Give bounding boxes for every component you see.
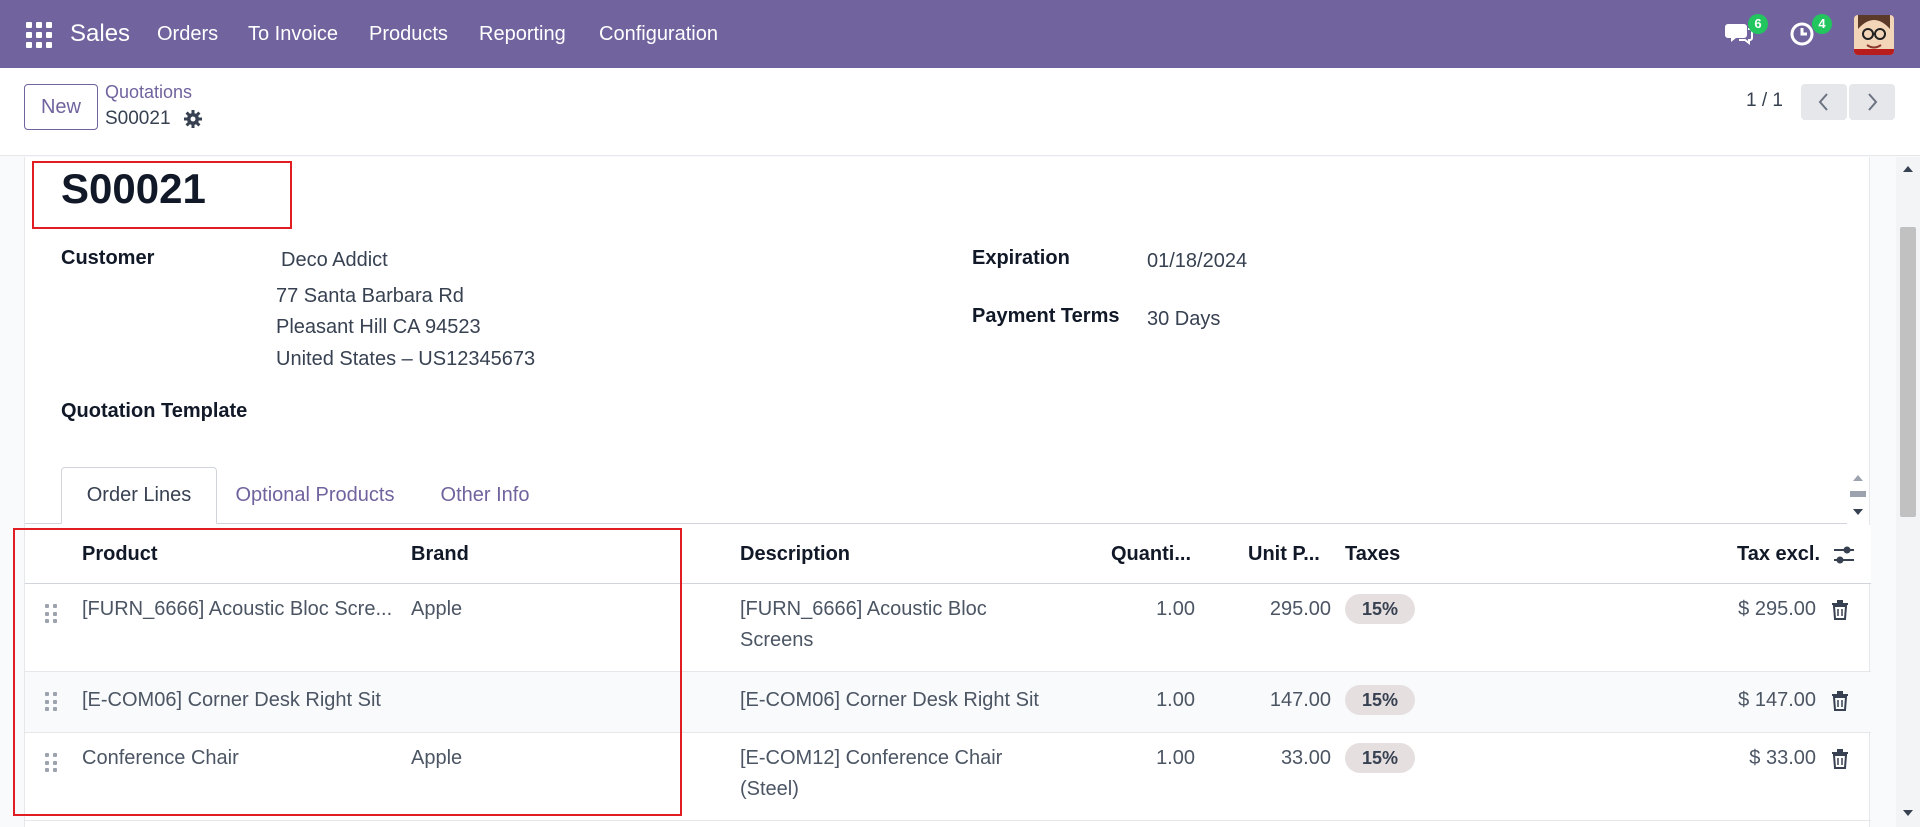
tab-order-lines[interactable]: Order Lines: [61, 467, 217, 524]
menu-reporting[interactable]: Reporting: [479, 23, 566, 46]
row-subtotal: $ 33.00: [1749, 747, 1816, 769]
row-tax-badge[interactable]: 15%: [1345, 685, 1415, 715]
column-description[interactable]: Description: [740, 543, 850, 566]
breadcrumb-current-label: S00021: [105, 108, 171, 129]
column-unit-price[interactable]: Unit P...: [1248, 543, 1320, 566]
row-brand[interactable]: Apple: [411, 743, 462, 774]
row-subtotal: $ 147.00: [1738, 689, 1816, 711]
trash-icon[interactable]: [1831, 691, 1849, 711]
notebook-tabs: Order Lines Optional Products Other Info: [25, 467, 1847, 524]
order-lines-header: Product Brand Description Quanti... Unit…: [25, 525, 1871, 584]
menu-orders[interactable]: Orders: [157, 23, 218, 46]
expiration-label: Expiration: [972, 247, 1070, 269]
user-avatar[interactable]: [1854, 15, 1894, 55]
drag-handle-icon[interactable]: [45, 604, 59, 624]
row-description-line-1[interactable]: [FURN_6666] Acoustic Bloc: [740, 594, 987, 625]
table-row[interactable]: Conference Chair Apple [E-COM12] Confere…: [25, 733, 1871, 821]
row-tax-badge[interactable]: 15%: [1345, 743, 1415, 773]
row-unit-price[interactable]: 295.00: [1225, 594, 1331, 625]
column-tax-excl[interactable]: Tax excl.: [1737, 543, 1820, 566]
row-quantity[interactable]: 1.00: [1105, 594, 1195, 625]
app-brand[interactable]: Sales: [70, 20, 130, 48]
row-quantity[interactable]: 1.00: [1105, 685, 1195, 716]
payment-terms-field[interactable]: 30 Days: [1147, 308, 1220, 331]
row-unit-price[interactable]: 147.00: [1225, 685, 1331, 716]
address-line-3: United States – US12345673: [276, 348, 536, 370]
row-unit-price[interactable]: 33.00: [1225, 743, 1331, 774]
chat-button[interactable]: 6: [1724, 14, 1768, 50]
chat-count-badge: 6: [1748, 14, 1768, 34]
drag-handle-icon[interactable]: [45, 692, 59, 712]
control-panel: New Quotations S00021 1 / 1: [0, 68, 1920, 156]
column-quantity[interactable]: Quanti...: [1111, 543, 1191, 566]
quotation-template-label: Quotation Template: [61, 400, 248, 422]
tabs-scroll-arrows[interactable]: [1847, 467, 1869, 523]
row-subtotal: $ 295.00: [1738, 598, 1816, 620]
payment-terms-label: Payment Terms: [972, 305, 1120, 327]
row-product[interactable]: Conference Chair: [82, 743, 239, 774]
pager-previous-button[interactable]: [1801, 84, 1847, 120]
chevron-right-icon: [1868, 93, 1878, 111]
column-settings-icon[interactable]: [1833, 545, 1855, 565]
page-scrollbar[interactable]: [1896, 157, 1920, 827]
expiration-field[interactable]: 01/18/2024: [1147, 250, 1247, 273]
row-product[interactable]: [E-COM06] Corner Desk Right Sit: [82, 685, 381, 716]
column-brand[interactable]: Brand: [411, 543, 469, 566]
row-quantity[interactable]: 1.00: [1105, 743, 1195, 774]
menu-products[interactable]: Products: [369, 23, 448, 46]
row-description-line-1[interactable]: [E-COM12] Conference Chair: [740, 743, 1002, 774]
apps-grid-icon[interactable]: [26, 22, 52, 48]
activity-count-badge: 4: [1812, 14, 1832, 34]
trash-icon[interactable]: [1831, 600, 1849, 620]
column-product[interactable]: Product: [82, 543, 158, 566]
scroll-up-icon[interactable]: [1902, 165, 1914, 173]
gear-icon[interactable]: [183, 109, 203, 129]
tab-optional-products[interactable]: Optional Products: [217, 467, 413, 524]
breadcrumb-current: S00021: [105, 108, 203, 130]
row-product[interactable]: [FURN_6666] Acoustic Bloc Scre...: [82, 594, 392, 625]
row-tax-badge[interactable]: 15%: [1345, 594, 1415, 624]
chevron-left-icon: [1818, 93, 1828, 111]
new-button[interactable]: New: [24, 84, 98, 130]
trash-icon[interactable]: [1831, 749, 1849, 769]
drag-handle-icon[interactable]: [45, 753, 59, 773]
row-description-line-1[interactable]: [E-COM06] Corner Desk Right Sit: [740, 685, 1039, 716]
customer-label: Customer: [61, 247, 155, 269]
address-line-2: Pleasant Hill CA 94523: [276, 316, 481, 338]
menu-to-invoice[interactable]: To Invoice: [248, 23, 338, 46]
scroll-thumb[interactable]: [1900, 227, 1916, 517]
row-description-line-2[interactable]: (Steel): [740, 774, 799, 805]
table-row[interactable]: [E-COM06] Corner Desk Right Sit [E-COM06…: [25, 672, 1871, 733]
table-row[interactable]: [FURN_6666] Acoustic Bloc Scre... Apple …: [25, 584, 1871, 672]
scroll-down-icon[interactable]: [1902, 809, 1914, 817]
form-sheet: S00021 Customer Deco Addict 77 Santa Bar…: [24, 157, 1871, 827]
column-taxes[interactable]: Taxes: [1345, 543, 1400, 566]
row-description-line-2[interactable]: Screens: [740, 625, 813, 656]
pager-next-button[interactable]: [1849, 84, 1895, 120]
quotation-number[interactable]: S00021: [61, 165, 206, 213]
address-line-1: 77 Santa Barbara Rd: [276, 285, 464, 307]
row-brand[interactable]: Apple: [411, 594, 462, 625]
breadcrumb-quotations[interactable]: Quotations: [105, 82, 192, 103]
activity-button[interactable]: 4: [1788, 14, 1832, 50]
customer-field[interactable]: Deco Addict: [281, 249, 388, 272]
tab-other-info[interactable]: Other Info: [413, 467, 557, 524]
menu-configuration[interactable]: Configuration: [599, 23, 718, 46]
top-navbar: Sales Orders To Invoice Products Reporti…: [0, 0, 1920, 68]
pager-value[interactable]: 1 / 1: [1746, 90, 1783, 112]
